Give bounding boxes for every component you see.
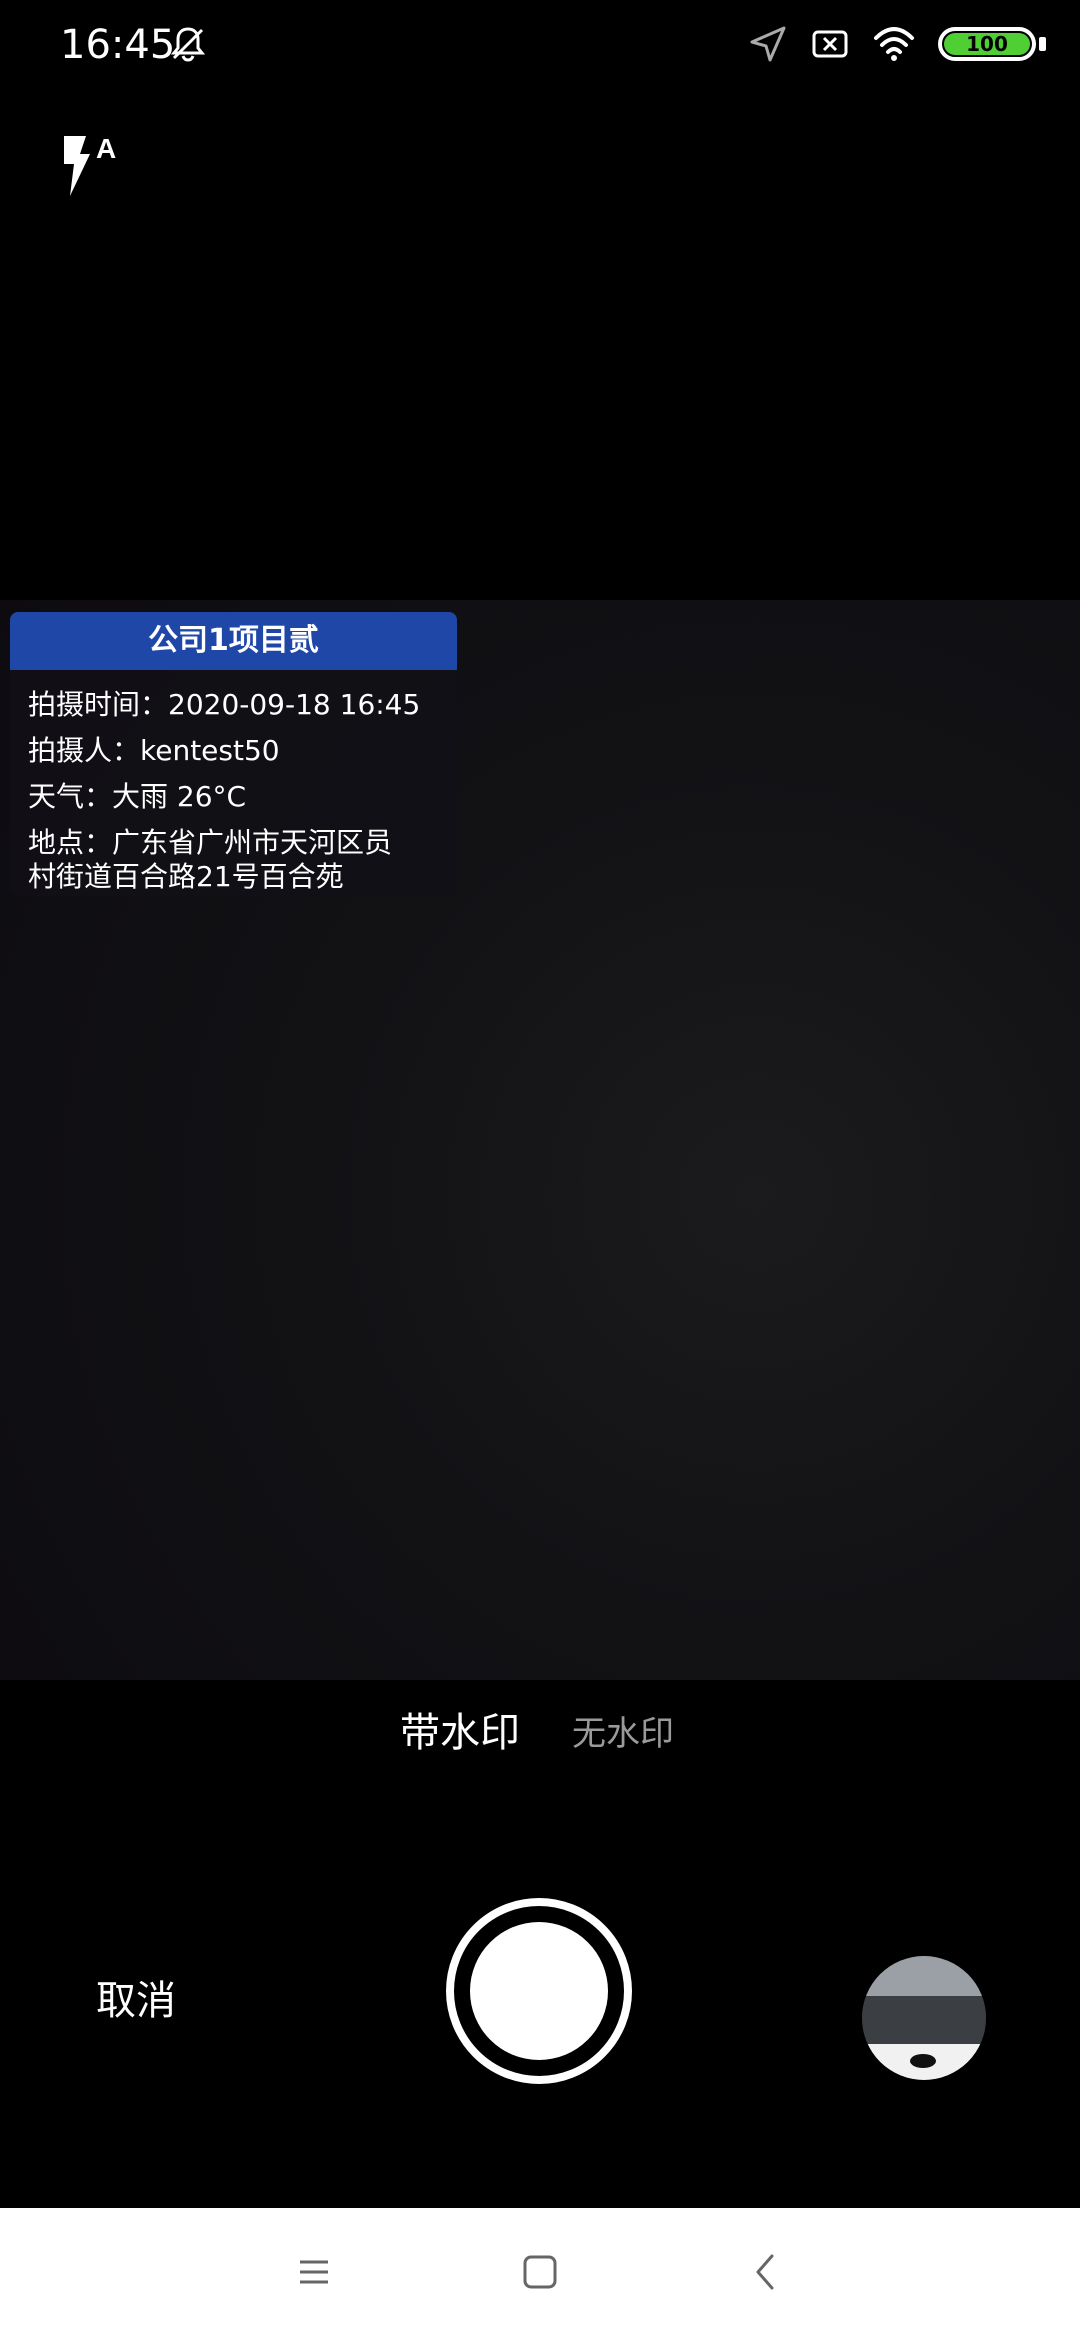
battery-level: 100 (966, 32, 1008, 56)
svg-text:A: A (96, 133, 116, 164)
watermark-photographer: 拍摄人：kentest50 (28, 734, 280, 767)
status-icons: 100 (748, 24, 1046, 64)
navigation-bar (0, 2208, 1080, 2340)
watermark-title: 公司1项目贰 (10, 612, 457, 670)
no-sim-icon (812, 30, 848, 58)
home-icon[interactable] (516, 2248, 564, 2296)
mode-with-watermark[interactable]: 带水印 (400, 1700, 520, 1758)
shutter-button[interactable] (446, 1898, 632, 2084)
watermark-address-line2: 村街道百合路21号百合苑 (28, 860, 344, 893)
gallery-thumbnail[interactable] (862, 1956, 986, 2080)
bell-muted-icon (170, 27, 206, 62)
battery-indicator: 100 (938, 27, 1046, 61)
shutter-inner (470, 1922, 608, 2060)
watermark-card: 公司1项目贰 拍摄时间：2020-09-18 16:45 拍摄人：kentest… (10, 612, 457, 896)
watermark-mode-switch: 带水印 无水印 (0, 1700, 1080, 1780)
watermark-shoot-time: 拍摄时间：2020-09-18 16:45 (28, 688, 421, 721)
watermark-address-line1: 地点：广东省广州市天河区员 (28, 826, 393, 859)
cancel-button[interactable]: 取消 (96, 1968, 176, 2026)
back-icon[interactable] (742, 2248, 790, 2296)
menu-icon[interactable] (290, 2248, 338, 2296)
status-bar: 16:45 100 (0, 0, 1080, 90)
wifi-icon (874, 27, 914, 61)
location-arrow-icon (750, 26, 786, 62)
status-time: 16:45 (60, 22, 176, 68)
mode-no-watermark[interactable]: 无水印 (572, 1706, 674, 1755)
watermark-weather: 天气：大雨 26°C (28, 780, 247, 813)
flash-auto-icon[interactable]: A (58, 130, 128, 200)
